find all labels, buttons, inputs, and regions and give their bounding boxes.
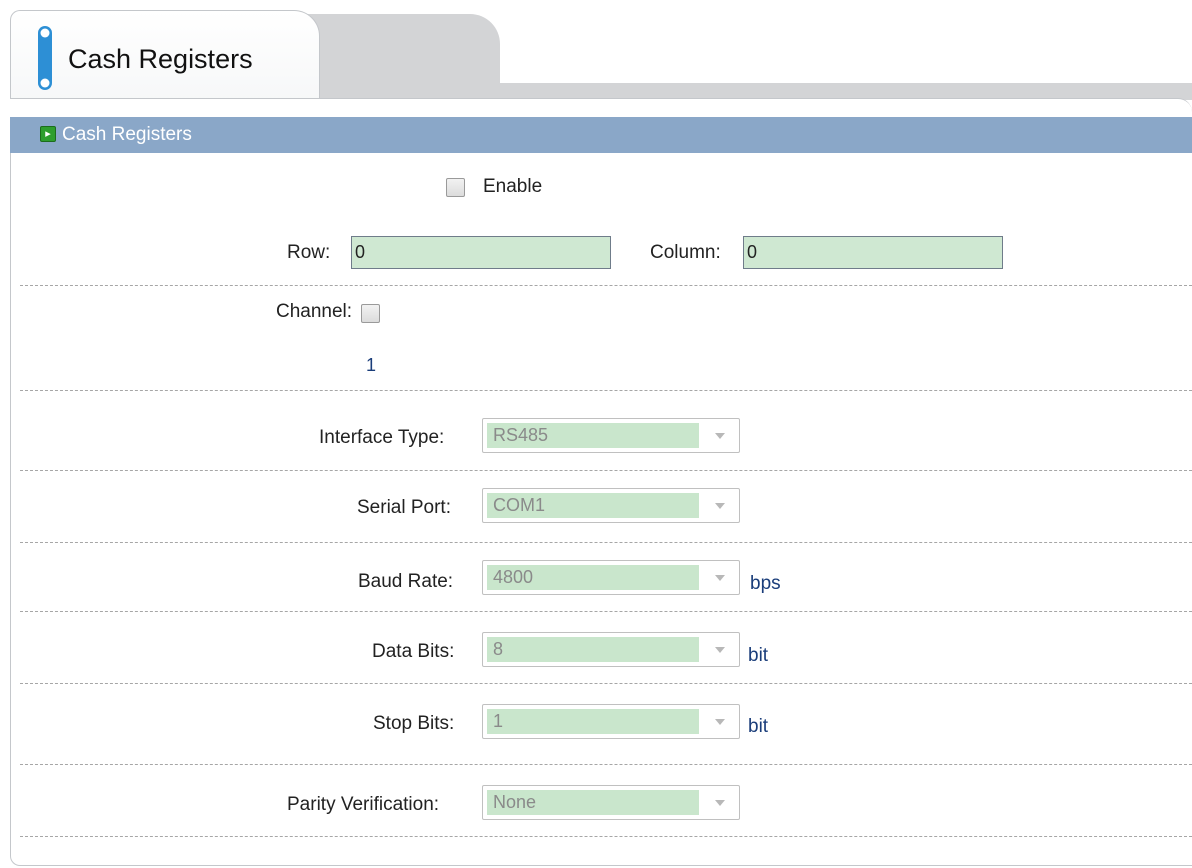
section-header: ▸ Cash Registers <box>10 117 1192 153</box>
serial-port-value: COM1 <box>487 493 699 518</box>
column-label: Column: <box>650 242 721 263</box>
baud-rate-unit: bps <box>750 573 781 594</box>
interface-type-label: Interface Type: <box>319 427 445 448</box>
divider <box>20 683 1192 684</box>
dropdown-arrow-icon <box>715 800 725 806</box>
serial-port-label: Serial Port: <box>357 497 451 518</box>
dropdown-arrow-icon <box>715 433 725 439</box>
stop-bits-label: Stop Bits: <box>373 713 455 734</box>
enable-label: Enable <box>483 176 543 197</box>
parity-value: None <box>487 790 699 815</box>
divider <box>20 390 1192 391</box>
panel-top-edge <box>10 98 1192 118</box>
parity-select[interactable]: None <box>482 785 740 820</box>
data-bits-unit: bit <box>748 645 769 666</box>
interface-type-value: RS485 <box>487 423 699 448</box>
tab-strip: Cash Registers <box>0 0 1192 104</box>
stop-bits-select[interactable]: 1 <box>482 704 740 739</box>
data-bits-label: Data Bits: <box>372 641 455 662</box>
tab-title[interactable]: Cash Registers <box>68 44 253 75</box>
data-bits-select[interactable]: 8 <box>482 632 740 667</box>
stop-bits-value: 1 <box>487 709 699 734</box>
baud-rate-value: 4800 <box>487 565 699 590</box>
divider <box>20 836 1192 837</box>
divider <box>20 764 1192 765</box>
dropdown-arrow-icon <box>715 575 725 581</box>
channel-label: Channel: <box>276 301 353 322</box>
stop-bits-unit: bit <box>748 716 769 737</box>
section-title: Cash Registers <box>62 124 192 145</box>
tab-pill-icon <box>38 26 52 90</box>
parity-label: Parity Verification: <box>287 794 440 815</box>
divider <box>20 542 1192 543</box>
divider <box>20 285 1192 286</box>
dropdown-arrow-icon <box>715 719 725 725</box>
baud-rate-select[interactable]: 4800 <box>482 560 740 595</box>
expand-arrow-icon[interactable]: ▸ <box>40 126 56 142</box>
row-label: Row: <box>287 242 331 263</box>
row-input[interactable]: 0 <box>351 236 611 269</box>
channel-checkbox[interactable] <box>361 304 380 323</box>
enable-checkbox[interactable] <box>446 178 465 197</box>
dropdown-arrow-icon <box>715 503 725 509</box>
interface-type-select[interactable]: RS485 <box>482 418 740 453</box>
baud-rate-label: Baud Rate: <box>358 571 454 592</box>
data-bits-value: 8 <box>487 637 699 662</box>
column-input[interactable]: 0 <box>743 236 1003 269</box>
divider <box>20 470 1192 471</box>
divider <box>20 611 1192 612</box>
channel-number: 1 <box>366 355 377 375</box>
content-panel <box>10 100 1192 866</box>
serial-port-select[interactable]: COM1 <box>482 488 740 523</box>
dropdown-arrow-icon <box>715 647 725 653</box>
